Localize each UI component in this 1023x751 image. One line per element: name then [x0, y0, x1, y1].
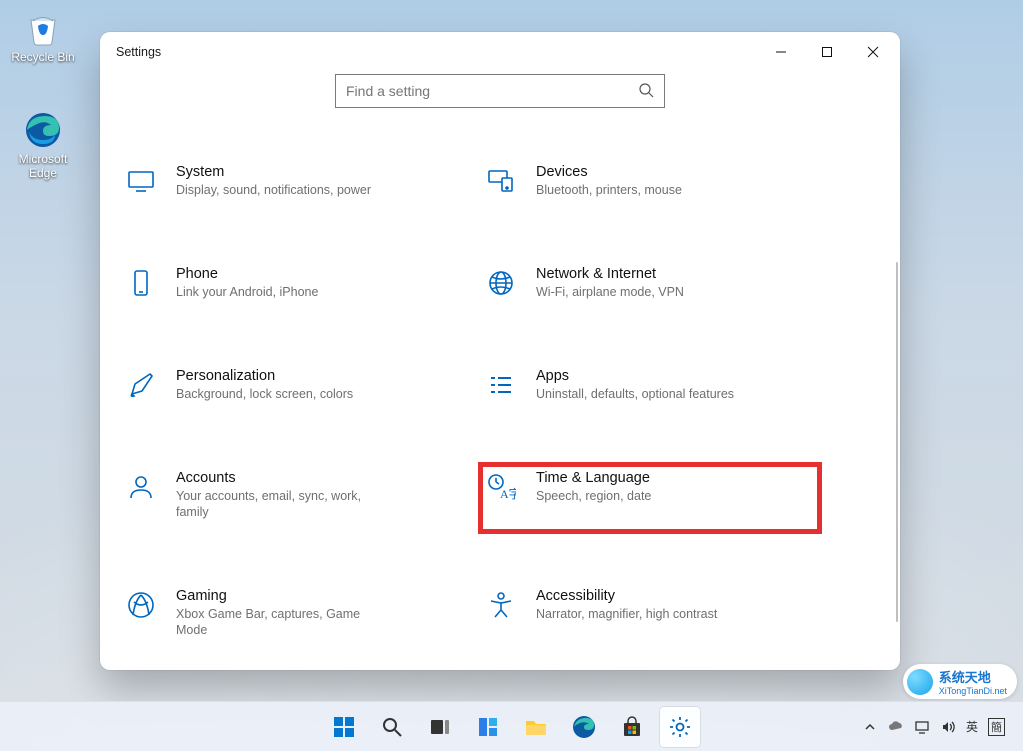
tile-title: Network & Internet [536, 266, 684, 282]
tile-title: Accounts [176, 470, 386, 486]
tile-title: System [176, 164, 371, 180]
tile-title: Apps [536, 368, 734, 384]
tile-accounts[interactable]: Accounts Your accounts, email, sync, wor… [120, 464, 460, 532]
window-title: Settings [116, 45, 161, 59]
tile-network[interactable]: Network & Internet Wi-Fi, airplane mode,… [480, 260, 820, 312]
devices-icon [484, 164, 518, 198]
search-icon [638, 82, 654, 101]
tile-personalization[interactable]: Personalization Background, lock screen,… [120, 362, 460, 414]
search-box[interactable] [335, 74, 665, 108]
tray-onedrive-icon[interactable] [888, 719, 904, 735]
tile-title: Gaming [176, 588, 386, 604]
edge-icon [21, 108, 65, 152]
tile-title: Accessibility [536, 588, 717, 604]
tile-desc: Xbox Game Bar, captures, Game Mode [176, 606, 386, 639]
tile-system[interactable]: System Display, sound, notifications, po… [120, 158, 460, 210]
desktop-icon-recycle-bin[interactable]: Recycle Bin [8, 6, 78, 64]
watermark-badge: 系统天地 XiTongTianDi.net [903, 664, 1017, 699]
tile-devices[interactable]: Devices Bluetooth, printers, mouse [480, 158, 820, 210]
taskbar-edge[interactable] [564, 707, 604, 747]
titlebar[interactable]: Settings [100, 32, 900, 72]
taskbar-explorer[interactable] [516, 707, 556, 747]
tray-chevron-up-icon[interactable] [862, 719, 878, 735]
tray-network-icon[interactable] [914, 719, 930, 735]
tile-gaming[interactable]: Gaming Xbox Game Bar, captures, Game Mod… [120, 582, 460, 650]
tray-ime-lang[interactable]: 英 [966, 718, 978, 735]
close-button[interactable] [850, 32, 896, 72]
tile-desc: Wi-Fi, airplane mode, VPN [536, 284, 684, 300]
tile-desc: Link your Android, iPhone [176, 284, 318, 300]
scrollbar[interactable] [896, 262, 898, 622]
tile-title: Personalization [176, 368, 353, 384]
maximize-button[interactable] [804, 32, 850, 72]
tile-desc: Your accounts, email, sync, work, family [176, 488, 386, 521]
tray-ime-mode[interactable]: 簡 [988, 718, 1005, 736]
taskbar-settings[interactable] [660, 707, 700, 747]
tile-desc: Narrator, magnifier, high contrast [536, 606, 717, 622]
gaming-icon [124, 588, 158, 622]
tile-desc: Bluetooth, printers, mouse [536, 182, 682, 198]
tile-apps[interactable]: Apps Uninstall, defaults, optional featu… [480, 362, 820, 414]
system-tray: 英 簡 [862, 718, 1015, 736]
recycle-bin-icon [21, 6, 65, 50]
widgets-button[interactable] [468, 707, 508, 747]
settings-window: Settings [100, 32, 900, 670]
system-icon [124, 164, 158, 198]
desktop-icon-label: Recycle Bin [11, 50, 74, 64]
taskbar: 英 簡 [0, 701, 1023, 751]
taskbar-store[interactable] [612, 707, 652, 747]
search-input[interactable] [346, 83, 632, 99]
accessibility-icon [484, 588, 518, 622]
minimize-button[interactable] [758, 32, 804, 72]
tile-title: Phone [176, 266, 318, 282]
desktop-icon-label: Microsoft Edge [8, 152, 78, 180]
tile-phone[interactable]: Phone Link your Android, iPhone [120, 260, 460, 312]
watermark-line1: 系统天地 [939, 667, 1007, 686]
taskbar-center [324, 707, 700, 747]
tile-desc: Uninstall, defaults, optional features [536, 386, 734, 402]
time-language-icon: A字 [484, 470, 518, 504]
settings-categories: System Display, sound, notifications, po… [100, 118, 900, 670]
start-button[interactable] [324, 707, 364, 747]
network-icon [484, 266, 518, 300]
tile-desc: Background, lock screen, colors [176, 386, 353, 402]
task-view-button[interactable] [420, 707, 460, 747]
tile-desc: Speech, region, date [536, 488, 651, 504]
accounts-icon [124, 470, 158, 504]
watermark-line2: XiTongTianDi.net [939, 686, 1007, 696]
watermark-icon [907, 669, 933, 695]
phone-icon [124, 266, 158, 300]
tile-time-and-language[interactable]: A字 Time & Language Speech, region, date [480, 464, 820, 532]
apps-icon [484, 368, 518, 402]
tile-accessibility[interactable]: Accessibility Narrator, magnifier, high … [480, 582, 820, 650]
taskbar-search-button[interactable] [372, 707, 412, 747]
tray-volume-icon[interactable] [940, 719, 956, 735]
tile-title: Time & Language [536, 470, 651, 486]
personalization-icon [124, 368, 158, 402]
tile-title: Devices [536, 164, 682, 180]
tile-desc: Display, sound, notifications, power [176, 182, 371, 198]
desktop-icon-edge[interactable]: Microsoft Edge [8, 108, 78, 180]
svg-text:A字: A字 [500, 486, 516, 501]
